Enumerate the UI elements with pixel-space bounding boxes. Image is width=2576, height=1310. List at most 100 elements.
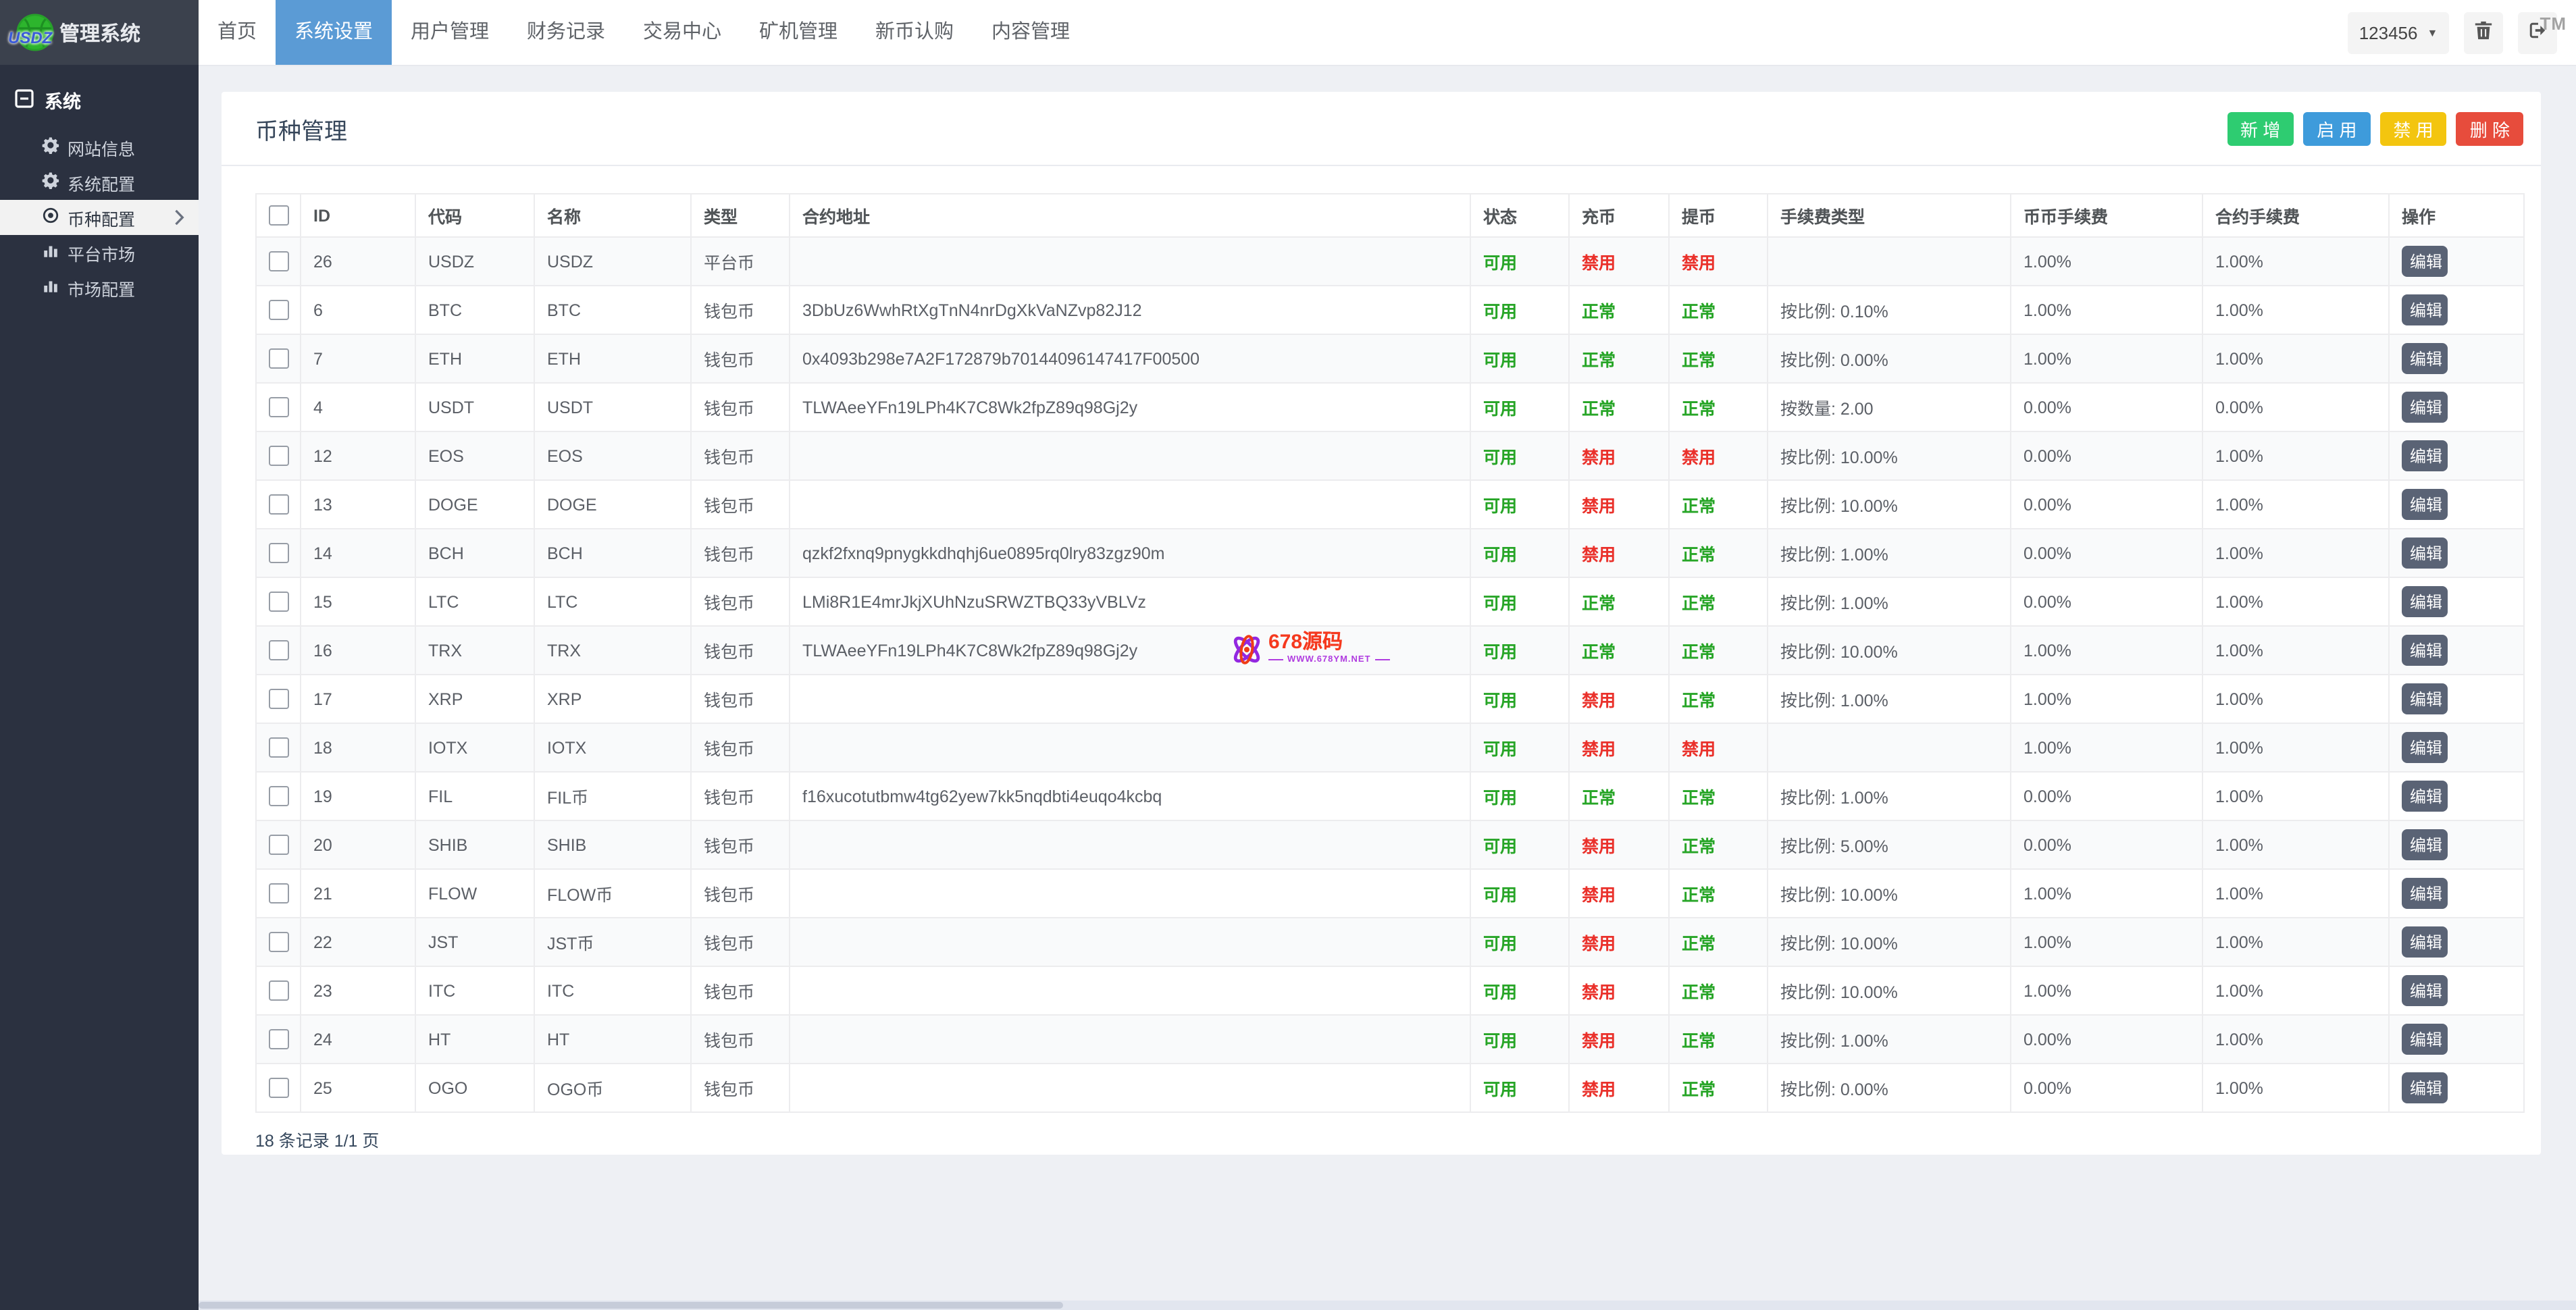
edit-button[interactable]: 编辑 bbox=[2402, 1024, 2448, 1055]
edit-button[interactable]: 编辑 bbox=[2402, 732, 2448, 763]
name-cell: XRP bbox=[534, 674, 692, 724]
row-checkbox[interactable] bbox=[269, 543, 289, 564]
row-checkbox[interactable] bbox=[269, 883, 289, 904]
row-checkbox[interactable] bbox=[269, 980, 289, 1001]
row-checkbox[interactable] bbox=[269, 348, 289, 369]
name-cell: BCH bbox=[534, 528, 692, 578]
edit-button[interactable]: 编辑 bbox=[2402, 246, 2448, 277]
row-checkbox[interactable] bbox=[269, 592, 289, 612]
row-checkbox[interactable] bbox=[269, 494, 289, 515]
edit-button[interactable]: 编辑 bbox=[2402, 975, 2448, 1006]
id-cell: 21 bbox=[300, 868, 416, 918]
edit-button[interactable]: 编辑 bbox=[2402, 781, 2448, 812]
edit-button[interactable]: 编辑 bbox=[2402, 392, 2448, 423]
row-checkbox[interactable] bbox=[269, 446, 289, 467]
edit-button[interactable]: 编辑 bbox=[2402, 489, 2448, 520]
edit-button[interactable]: 编辑 bbox=[2402, 926, 2448, 958]
row-checkbox[interactable] bbox=[269, 1029, 289, 1050]
withdraw-cell: 正常 bbox=[1668, 1063, 1768, 1113]
deposit-cell: 禁用 bbox=[1568, 820, 1670, 870]
edit-button[interactable]: 编辑 bbox=[2402, 1072, 2448, 1103]
row-checkbox[interactable] bbox=[269, 737, 289, 758]
sidebar-item-site-info[interactable]: 网站信息 bbox=[0, 130, 199, 165]
contract-address-cell: 0x4093b298e7A2F172879b70144096147417F005… bbox=[789, 334, 1471, 384]
horizontal-scrollbar[interactable] bbox=[199, 1301, 2576, 1310]
edit-button[interactable]: 编辑 bbox=[2402, 829, 2448, 860]
fee-type-cell: 按比例: 10.00% bbox=[1767, 479, 2011, 529]
status-cell: 可用 bbox=[1470, 917, 1570, 967]
contract-address-cell: 3DbUz6WwhRtXgTnN4nrDgXkVaNZvp82J12 bbox=[789, 285, 1471, 335]
id-cell: 6 bbox=[300, 285, 416, 335]
deposit-cell: 正常 bbox=[1568, 334, 1670, 384]
fee-type-cell: 按比例: 1.00% bbox=[1767, 528, 2011, 578]
column-header: 提币 bbox=[1668, 193, 1768, 238]
row-checkbox[interactable] bbox=[269, 835, 289, 856]
edit-button[interactable]: 编辑 bbox=[2402, 878, 2448, 909]
sidebar-section-system[interactable]: 系统 bbox=[0, 82, 199, 117]
tab-user-management[interactable]: 用户管理 bbox=[392, 0, 508, 65]
row-checkbox[interactable] bbox=[269, 786, 289, 807]
tab-content-management[interactable]: 内容管理 bbox=[973, 0, 1089, 65]
deposit-cell: 禁用 bbox=[1568, 479, 1670, 529]
fee-type-cell: 按比例: 1.00% bbox=[1767, 674, 2011, 724]
table-row: 13 DOGE DOGE 钱包币 可用 禁用 正常 按比例: 10.00% 0.… bbox=[255, 479, 2525, 529]
add-button[interactable]: 新 增 bbox=[2227, 111, 2294, 145]
edit-button[interactable]: 编辑 bbox=[2402, 586, 2448, 617]
record-count: 18 条记录 1/1 页 bbox=[255, 1132, 380, 1151]
trash-button[interactable] bbox=[2464, 11, 2503, 53]
action-buttons: 新 增启 用禁 用删 除 bbox=[2227, 111, 2523, 145]
fee-type-cell: 按比例: 0.00% bbox=[1767, 334, 2011, 384]
withdraw-cell: 正常 bbox=[1668, 966, 1768, 1016]
tab-miner-management[interactable]: 矿机管理 bbox=[740, 0, 856, 65]
sidebar-item-platform-market[interactable]: 平台市场 bbox=[0, 235, 199, 270]
status-cell: 可用 bbox=[1470, 236, 1570, 286]
contract-fee-cell: 1.00% bbox=[2202, 820, 2390, 870]
contract-address-cell: qzkf2fxnq9pnygkkdhqhj6ue0895rq0lry83zgz9… bbox=[789, 528, 1471, 578]
table-row: 26 USDZ USDZ 平台币 可用 禁用 禁用 1.00% 1.00% 编辑 bbox=[255, 236, 2525, 286]
delete-button[interactable]: 删 除 bbox=[2456, 111, 2523, 145]
edit-button[interactable]: 编辑 bbox=[2402, 538, 2448, 569]
scrollbar-thumb[interactable] bbox=[199, 1302, 1063, 1309]
sidebar-item-system-config[interactable]: 系统配置 bbox=[0, 165, 199, 200]
disable-button[interactable]: 禁 用 bbox=[2379, 111, 2447, 145]
deposit-cell: 禁用 bbox=[1568, 1014, 1670, 1064]
row-checkbox[interactable] bbox=[269, 1078, 289, 1099]
row-checkbox[interactable] bbox=[269, 397, 289, 418]
edit-button[interactable]: 编辑 bbox=[2402, 343, 2448, 374]
row-checkbox[interactable] bbox=[269, 932, 289, 953]
enable-button[interactable]: 启 用 bbox=[2303, 111, 2371, 145]
coin-table: ID 代码 名称 类型 合约地址 状态 充币 提币 手续费类型 币币手续费 合约手续费 操作 26 U… bbox=[255, 193, 2525, 1113]
row-checkbox[interactable] bbox=[269, 251, 289, 272]
sidebar-item-coin-config[interactable]: 币种配置 bbox=[0, 200, 199, 235]
coin-fee-cell: 0.00% bbox=[2010, 820, 2203, 870]
deposit-cell: 禁用 bbox=[1568, 868, 1670, 918]
tab-new-coin-subscribe[interactable]: 新币认购 bbox=[856, 0, 973, 65]
row-checkbox[interactable] bbox=[269, 300, 289, 321]
tab-finance-records[interactable]: 财务记录 bbox=[508, 0, 624, 65]
sidebar-item-market-config[interactable]: 市场配置 bbox=[0, 270, 199, 305]
tab-trade-center[interactable]: 交易中心 bbox=[624, 0, 740, 65]
select-all-checkbox[interactable] bbox=[269, 205, 289, 226]
withdraw-cell: 正常 bbox=[1668, 1014, 1768, 1064]
coin-fee-cell: 1.00% bbox=[2010, 917, 2203, 967]
column-header: 币币手续费 bbox=[2010, 193, 2203, 238]
status-cell: 可用 bbox=[1470, 382, 1570, 432]
coin-fee-cell: 0.00% bbox=[2010, 1014, 2203, 1064]
edit-button[interactable]: 编辑 bbox=[2402, 683, 2448, 714]
row-checkbox[interactable] bbox=[269, 640, 289, 661]
edit-button[interactable]: 编辑 bbox=[2402, 635, 2448, 666]
id-cell: 14 bbox=[300, 528, 416, 578]
type-cell: 钱包币 bbox=[690, 285, 790, 335]
row-checkbox[interactable] bbox=[269, 689, 289, 710]
collapse-minus-icon bbox=[15, 88, 34, 111]
table-row: 16 TRX TRX 钱包币 TLWAeeYFn19LPh4K7C8Wk2fpZ… bbox=[255, 625, 2525, 675]
edit-button[interactable]: 编辑 bbox=[2402, 440, 2448, 471]
name-cell: USDT bbox=[534, 382, 692, 432]
tab-home[interactable]: 首页 bbox=[199, 0, 276, 65]
name-cell: JST币 bbox=[534, 917, 692, 967]
tab-system-settings[interactable]: 系统设置 bbox=[276, 0, 392, 65]
table-body: 26 USDZ USDZ 平台币 可用 禁用 禁用 1.00% 1.00% 编辑… bbox=[255, 236, 2525, 1113]
edit-button[interactable]: 编辑 bbox=[2402, 294, 2448, 325]
user-dropdown[interactable]: 123456 ▼ bbox=[2348, 11, 2449, 53]
type-cell: 钱包币 bbox=[690, 1063, 790, 1113]
